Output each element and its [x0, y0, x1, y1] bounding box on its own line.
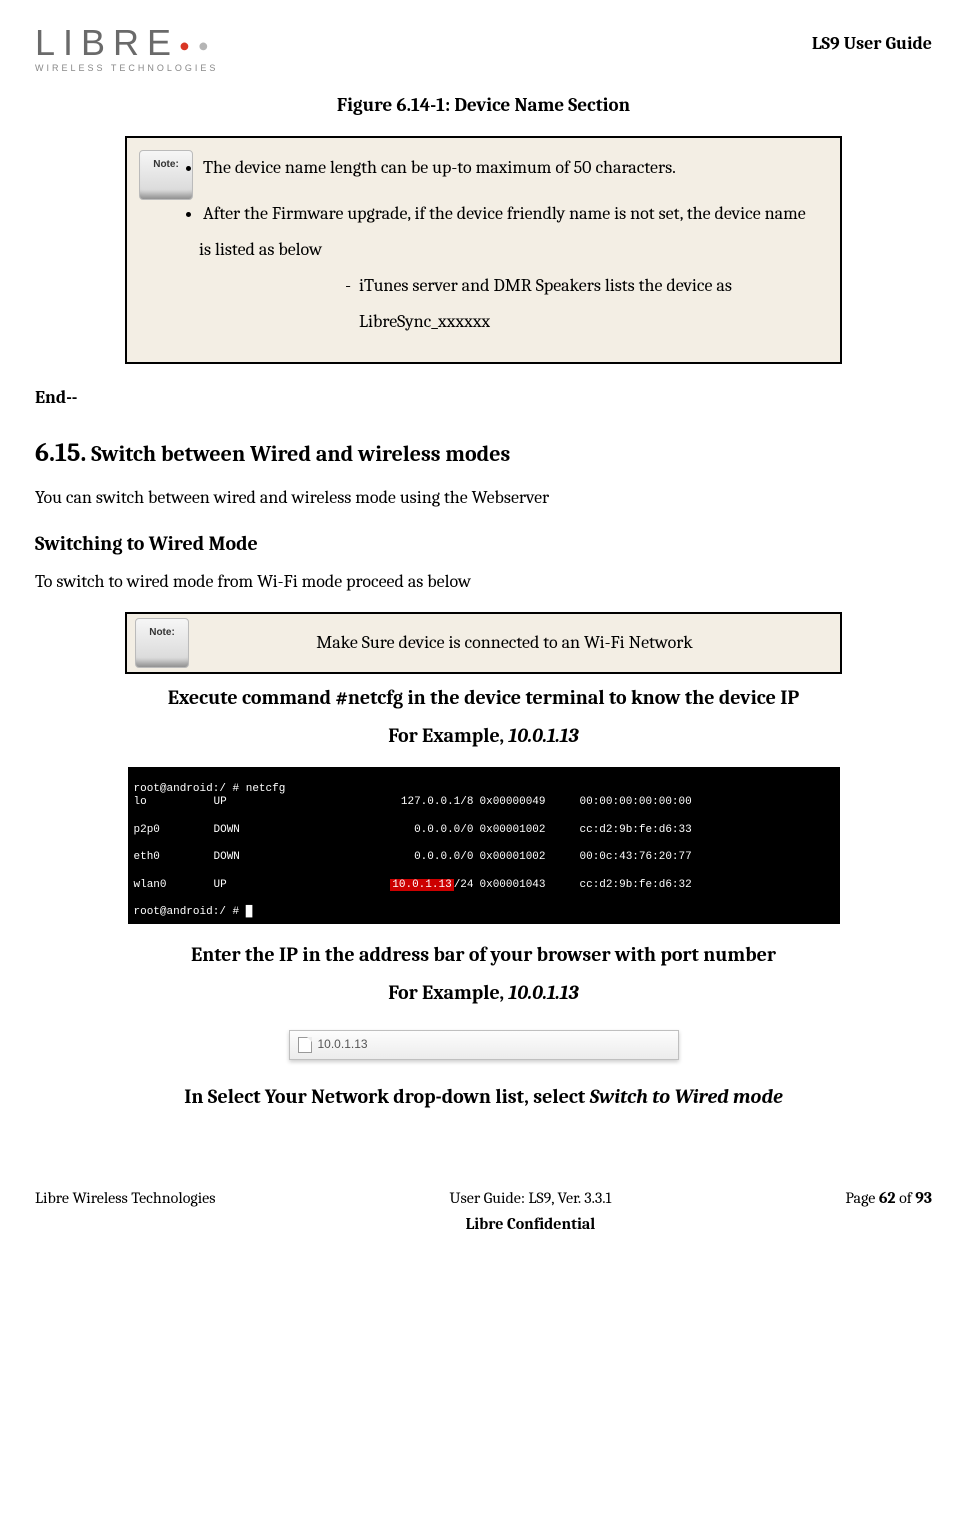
- footer-right: Page 62 of 93: [845, 1186, 932, 1237]
- subsection-heading: Switching to Wired Mode: [35, 528, 932, 560]
- note-sub-bullet: iTunes server and DMR Speakers lists the…: [359, 268, 820, 340]
- instruction-step: Enter the IP in the address bar of your …: [75, 936, 892, 1012]
- page-header: LIBRE●● WIRELESS TECHNOLOGIES LS9 User G…: [35, 25, 932, 75]
- page-icon: [298, 1037, 312, 1053]
- browser-tab: 10.0.1.13: [289, 1030, 679, 1060]
- highlighted-ip: 10.0.1.13: [390, 879, 453, 891]
- logo-dot-icon: ●: [179, 35, 198, 55]
- logo: LIBRE●● WIRELESS TECHNOLOGIES: [35, 25, 218, 75]
- url-text: 10.0.1.13: [318, 1035, 368, 1054]
- instruction-step: In Select Your Network drop-down list, s…: [75, 1078, 892, 1116]
- note-bullet: After the Firmware upgrade, if the devic…: [199, 196, 820, 340]
- section-number: 6.15.: [35, 438, 86, 468]
- logo-dot-icon: ●: [198, 35, 217, 55]
- section-title: Switch between Wired and wireless modes: [91, 441, 510, 467]
- note-icon: Note:: [135, 618, 189, 668]
- section-heading: 6.15. Switch between Wired and wireless …: [35, 433, 932, 475]
- document-title: LS9 User Guide: [812, 25, 932, 59]
- note-text: Make Sure device is connected to an Wi-F…: [189, 625, 820, 661]
- subsection-intro: To switch to wired mode from Wi-Fi mode …: [35, 568, 932, 597]
- note-box: Note: The device name length can be up-t…: [125, 136, 842, 364]
- footer-left: Libre Wireless Technologies: [35, 1186, 215, 1237]
- section-intro: You can switch between wired and wireles…: [35, 484, 932, 513]
- logo-subtext: WIRELESS TECHNOLOGIES: [35, 61, 218, 75]
- note-box: Note: Make Sure device is connected to a…: [125, 612, 842, 674]
- instruction-step: Execute command #netcfg in the device te…: [75, 679, 892, 755]
- terminal-screenshot: root@android:/ # netcfg loUP127.0.0.1/80…: [128, 767, 840, 924]
- end-marker: End--: [35, 384, 932, 413]
- dropdown-option: Switch to Wired mode: [590, 1085, 783, 1108]
- note-bullet: The device name length can be up-to maxi…: [199, 150, 820, 186]
- figure-caption: Figure 6.14-1: Device Name Section: [35, 90, 932, 120]
- logo-text: LIBRE: [35, 22, 179, 63]
- footer-center: User Guide: LS9, Ver. 3.3.1 Libre Confid…: [450, 1186, 612, 1237]
- example-ip: 10.0.1.13: [509, 981, 579, 1004]
- example-ip: 10.0.1.13: [509, 724, 579, 747]
- page-footer: Libre Wireless Technologies User Guide: …: [35, 1186, 932, 1237]
